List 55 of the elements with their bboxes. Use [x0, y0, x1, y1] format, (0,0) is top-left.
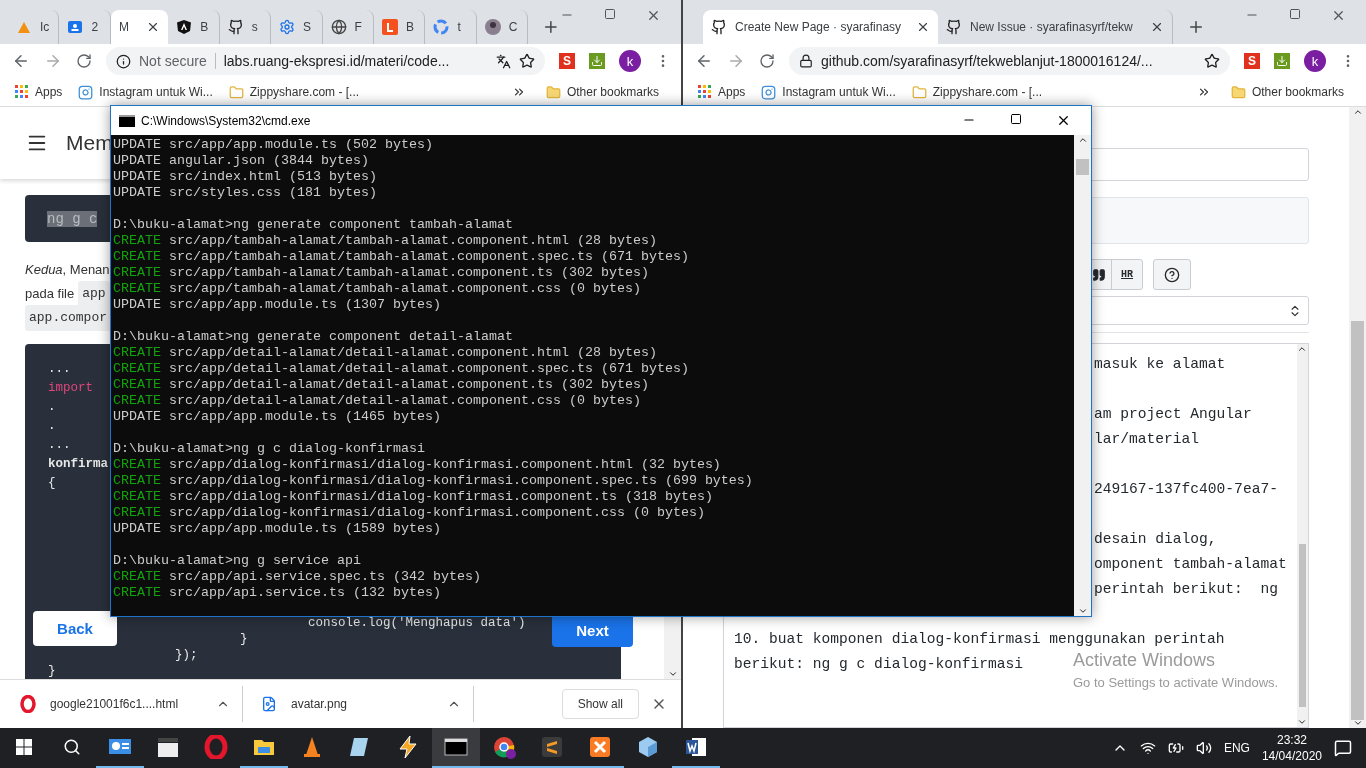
code-line: console.log('Menghapus data') — [308, 615, 526, 631]
editor-line: masuk ke alamat — [1094, 355, 1226, 374]
security-label: Not secure — [139, 53, 216, 69]
console-line: CREATE src/app/api.service.spec.ts (342 bytes) — [113, 569, 482, 585]
paragraph-text: Kedua, Menan — [25, 261, 110, 279]
paragraph-text: pada file — [25, 285, 75, 303]
code-line: }); — [175, 647, 198, 663]
code-line: . — [48, 399, 56, 416]
editor-line: 10. buat komponen dialog-konfirmasi menggunakan perintah — [734, 630, 1225, 649]
editor-line: omponent tambah-alamat — [1094, 555, 1287, 574]
console-line: CREATE src/app/dialog-konfirmasi/dialog-konfirmasi.component.ts (318 bytes) — [113, 489, 714, 505]
code-line: { — [48, 475, 56, 492]
editor-line: berikut: ng g c dialog-konfirmasi — [734, 655, 1023, 674]
console-line: UPDATE src/app/app.module.ts (1465 bytes) — [113, 409, 442, 425]
console-line: D:\buku-alamat>ng generate component tambah-alamat — [113, 217, 514, 233]
console-line: CREATE src/app/dialog-konfirmasi/dialog-konfirmasi.component.html (32 bytes) — [113, 457, 722, 473]
code-line: konfirma — [48, 456, 108, 473]
code-line: ... — [48, 437, 71, 454]
console-line: CREATE src/app/tambah-alamat/tambah-alamat.component.spec.ts (671 bytes) — [113, 249, 690, 265]
editor-line: desain dialog, — [1094, 530, 1217, 549]
console-line: CREATE src/app/dialog-konfirmasi/dialog-konfirmasi.component.spec.ts (699 bytes) — [113, 473, 754, 489]
console-line: CREATE src/app/detail-alamat/detail-alamat.component.ts (302 bytes) — [113, 377, 650, 393]
editor-line: lar/material — [1094, 430, 1200, 449]
console-line: CREATE src/app/tambah-alamat/tambah-alamat.component.css (0 bytes) — [113, 281, 642, 297]
editor-line: am project Angular — [1094, 405, 1252, 424]
code-line: import — [48, 380, 93, 397]
console-line: CREATE src/app/detail-alamat/detail-alamat.component.html (28 bytes) — [113, 345, 658, 361]
inline-code: app.compor — [25, 305, 111, 331]
console-line: CREATE src/app/api.service.ts (132 bytes) — [113, 585, 442, 601]
editor-line: 249167-137fc400-7ea7- — [1094, 480, 1278, 499]
code-line: } — [48, 663, 56, 679]
console-line: D:\buku-alamat>ng generate component detail-alamat — [113, 329, 514, 345]
console-line: CREATE src/app/detail-alamat/detail-alamat.component.css (0 bytes) — [113, 393, 642, 409]
console-line: D:\buku-alamat>ng g c dialog-konfirmasi — [113, 441, 426, 457]
console-line: UPDATE src/app/app.module.ts (1589 bytes) — [113, 521, 442, 537]
console-line: UPDATE angular.json (3844 bytes) — [113, 153, 370, 169]
url-text: github.com/syarafinasyrf/tekweblanjut-1800016124/... — [821, 53, 1154, 69]
console-line: UPDATE src/app/app.module.ts (502 bytes) — [113, 137, 434, 153]
console-line: CREATE src/app/tambah-alamat/tambah-alamat.component.html (28 bytes) — [113, 233, 658, 249]
editor-line: perintah berikut: ng — [1094, 580, 1278, 599]
console-line: CREATE src/app/dialog-konfirmasi/dialog-konfirmasi.component.css (0 bytes) — [113, 505, 706, 521]
activation-notice: Activate Windows Go to Settings to activate Windows. — [1073, 650, 1279, 690]
window-title: C:\Windows\System32\cmd.exe — [141, 113, 312, 128]
console-line: CREATE src/app/tambah-alamat/tambah-alamat.component.ts (302 bytes) — [113, 265, 650, 281]
console-line: CREATE src/app/detail-alamat/detail-alamat.component.spec.ts (671 bytes) — [113, 361, 690, 377]
command-text: ng g c — [47, 210, 98, 227]
console-line: D:\buku-alamat>ng g service api — [113, 553, 362, 569]
code-line: . — [48, 418, 56, 435]
console-line: UPDATE src/app/app.module.ts (1307 bytes) — [113, 297, 442, 313]
url-text: labs.ruang-ekspresi.id/materi/code... — [223, 53, 451, 69]
code-line: } — [240, 631, 248, 647]
console-line: UPDATE src/index.html (513 bytes) — [113, 169, 378, 185]
inline-code: app — [78, 281, 110, 307]
console-line: UPDATE src/styles.css (181 bytes) — [113, 185, 378, 201]
code-line: ... — [48, 361, 71, 378]
